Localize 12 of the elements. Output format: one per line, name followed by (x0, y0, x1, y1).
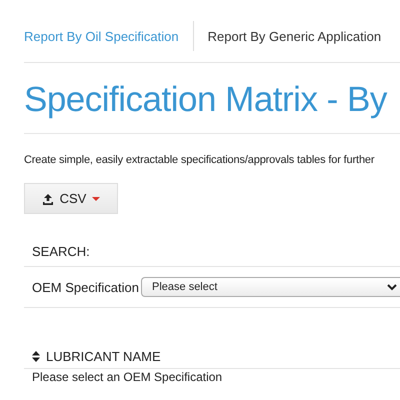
caret-icon (92, 196, 100, 200)
oem-specification-select[interactable]: Please select (141, 277, 400, 297)
empty-message: Please select an OEM Specification (24, 368, 400, 386)
search-heading: SEARCH: (32, 244, 91, 261)
page-title: Specification Matrix - By (24, 79, 388, 121)
field-label: OEM Specification (32, 280, 140, 294)
csv-export-button[interactable]: CSV (24, 183, 118, 214)
description-text: Create simple, easily extractable specifications/approvals tables for further (24, 154, 376, 166)
sort-icon (32, 350, 40, 362)
report-tab[interactable]: Report By Generic Application (194, 21, 396, 51)
upload-icon (42, 192, 54, 204)
column-header[interactable]: LUBRICANT NAME (46, 348, 161, 364)
